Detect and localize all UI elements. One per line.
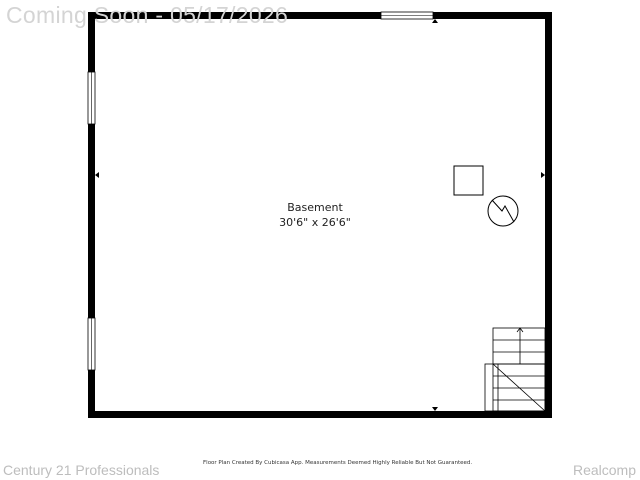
watermark-coming-soon: Coming Soon - 05/17/2026 <box>6 2 289 28</box>
basement-floor <box>95 19 545 411</box>
water-heater-icon <box>487 195 519 227</box>
footer-disclaimer: Floor Plan Created By Cubicasa App. Meas… <box>203 460 473 466</box>
window-left-lower <box>87 317 96 371</box>
watermark-realcomp: Realcomp <box>572 462 636 478</box>
room-name: Basement <box>287 201 343 214</box>
room-dimensions: 30'6" x 26'6" <box>279 216 351 229</box>
utility-box-icon <box>453 165 484 196</box>
window-top <box>380 11 434 20</box>
window-left-upper <box>87 71 96 125</box>
floor-plan <box>87 11 552 418</box>
watermark-brokerage: Century 21 Professionals <box>3 462 160 478</box>
